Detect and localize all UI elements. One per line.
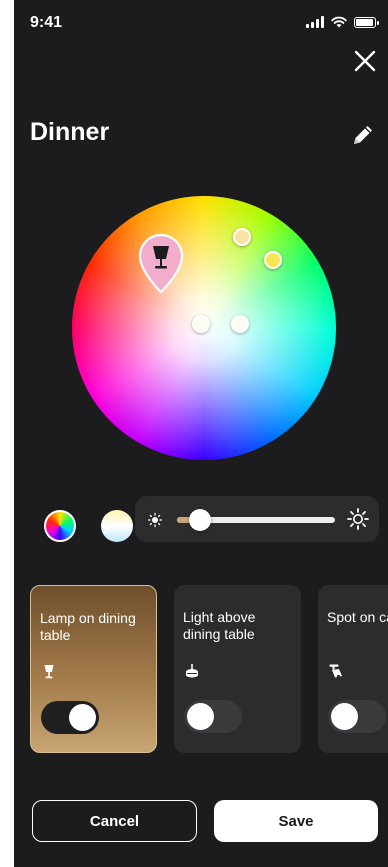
battery-icon bbox=[354, 16, 379, 28]
light-card-name: Light above dining table bbox=[183, 609, 256, 642]
pendant-light-icon bbox=[186, 664, 198, 678]
scene-title: Dinner bbox=[30, 118, 110, 146]
save-button[interactable]: Save bbox=[214, 800, 378, 842]
light-marker-dot[interactable] bbox=[264, 251, 282, 269]
status-bar: 9:41 bbox=[14, 0, 388, 48]
light-card-lamp[interactable]: Lamp on dining table bbox=[30, 585, 157, 753]
light-marker-dot[interactable] bbox=[233, 228, 251, 246]
light-card-name: Spot on cabinet bbox=[327, 609, 388, 625]
brightness-thumb[interactable] bbox=[189, 509, 211, 531]
light-toggle[interactable] bbox=[184, 700, 242, 733]
brightness-track[interactable] bbox=[177, 509, 335, 531]
toggle-knob bbox=[331, 703, 358, 730]
brightness-slider[interactable] bbox=[135, 496, 379, 542]
brightness-low-icon bbox=[147, 512, 163, 528]
signal-icon bbox=[306, 16, 324, 28]
white-mode-swatch[interactable] bbox=[101, 510, 133, 542]
color-mode-swatch[interactable] bbox=[44, 510, 76, 542]
color-wheel[interactable] bbox=[72, 196, 336, 460]
light-toggle[interactable] bbox=[41, 701, 99, 734]
status-time: 9:41 bbox=[30, 14, 63, 31]
selected-light-pin[interactable] bbox=[136, 232, 186, 294]
light-card-spot[interactable]: Spot on cabinet bbox=[318, 585, 388, 753]
light-toggle[interactable] bbox=[328, 700, 386, 733]
toggle-knob bbox=[69, 704, 96, 731]
spot-light-icon bbox=[329, 664, 342, 679]
table-lamp-icon bbox=[44, 665, 54, 679]
light-marker-dot[interactable] bbox=[192, 315, 210, 333]
status-icons bbox=[306, 16, 379, 28]
edit-pencil-icon[interactable] bbox=[348, 120, 378, 150]
scene-editor-screen: 9:41 Dinner Lamp on dining table Light a… bbox=[14, 0, 388, 867]
light-marker-dot[interactable] bbox=[231, 315, 249, 333]
close-button[interactable] bbox=[352, 48, 378, 74]
toggle-knob bbox=[187, 703, 214, 730]
wifi-icon bbox=[331, 16, 347, 28]
light-cards-row: Lamp on dining table Light above dining … bbox=[30, 585, 388, 757]
light-card-pendant[interactable]: Light above dining table bbox=[174, 585, 301, 753]
light-card-name: Lamp on dining table bbox=[40, 610, 136, 643]
brightness-high-icon bbox=[347, 508, 369, 530]
cancel-button[interactable]: Cancel bbox=[32, 800, 197, 842]
